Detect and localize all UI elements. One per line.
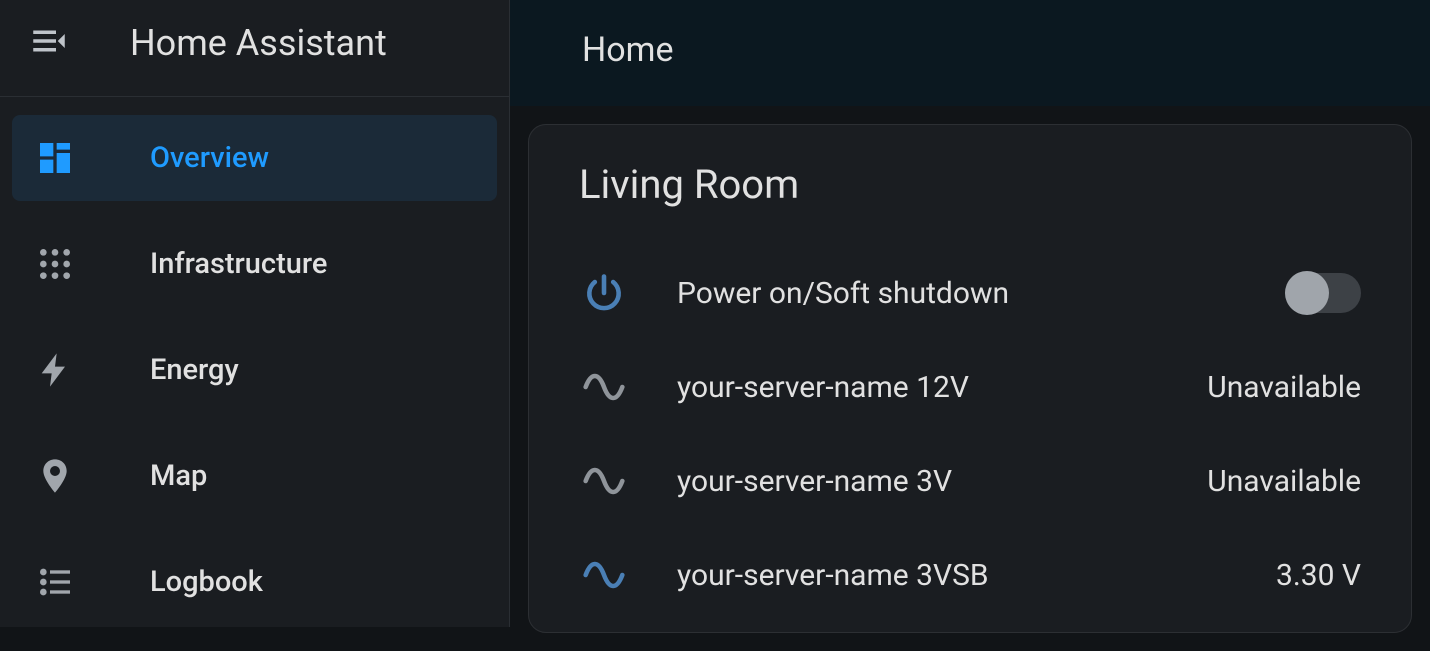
sidebar-item-energy[interactable]: Energy <box>12 327 497 413</box>
main-panel: Home Living Room Power on/Soft shutdown … <box>510 0 1430 627</box>
entity-value: Unavailable <box>1207 370 1361 405</box>
sine-icon <box>579 456 629 506</box>
sine-icon <box>579 362 629 412</box>
entity-row-12v[interactable]: your-server-name 12V Unavailable <box>579 340 1361 434</box>
page-title: Home <box>582 30 1358 70</box>
sidebar-header: Home Assistant <box>0 0 509 97</box>
sidebar-nav: Overview Infrastructure Energy Map Logbo <box>0 97 509 645</box>
entity-row-3vsb[interactable]: your-server-name 3VSB 3.30 V <box>579 528 1361 622</box>
entity-row-3v[interactable]: your-server-name 3V Unavailable <box>579 434 1361 528</box>
sine-icon <box>579 550 629 600</box>
entity-label: Power on/Soft shutdown <box>677 276 1237 311</box>
entity-row-power[interactable]: Power on/Soft shutdown <box>579 246 1361 340</box>
sidebar-item-map[interactable]: Map <box>12 433 497 519</box>
dashboard-icon <box>34 137 76 179</box>
app-title: Home Assistant <box>130 22 387 64</box>
sidebar-item-overview[interactable]: Overview <box>12 115 497 201</box>
sidebar-item-label: Energy <box>150 353 239 387</box>
content-area: Living Room Power on/Soft shutdown your-… <box>510 106 1430 651</box>
entity-value: 3.30 V <box>1276 558 1361 593</box>
menu-collapse-icon[interactable] <box>28 20 70 66</box>
entity-value: Unavailable <box>1207 464 1361 499</box>
sidebar-item-label: Infrastructure <box>150 247 327 281</box>
sidebar-item-logbook[interactable]: Logbook <box>12 539 497 625</box>
sidebar-item-label: Map <box>150 459 207 493</box>
bolt-icon <box>34 349 76 391</box>
toggle-knob <box>1285 271 1329 315</box>
grid-icon <box>34 243 76 285</box>
power-toggle[interactable] <box>1285 273 1361 313</box>
map-pin-icon <box>34 455 76 497</box>
entity-label: your-server-name 3V <box>677 464 1159 499</box>
card-title: Living Room <box>579 161 1361 208</box>
entity-label: your-server-name 3VSB <box>677 558 1228 593</box>
sidebar: Home Assistant Overview Infrastructure E… <box>0 0 510 627</box>
sidebar-item-infrastructure[interactable]: Infrastructure <box>12 221 497 307</box>
living-room-card: Living Room Power on/Soft shutdown your-… <box>528 124 1412 633</box>
sidebar-item-label: Overview <box>150 141 269 175</box>
power-icon <box>579 268 629 318</box>
entity-label: your-server-name 12V <box>677 370 1159 405</box>
topbar: Home <box>510 0 1430 106</box>
sidebar-item-label: Logbook <box>150 565 263 599</box>
list-icon <box>34 561 76 603</box>
